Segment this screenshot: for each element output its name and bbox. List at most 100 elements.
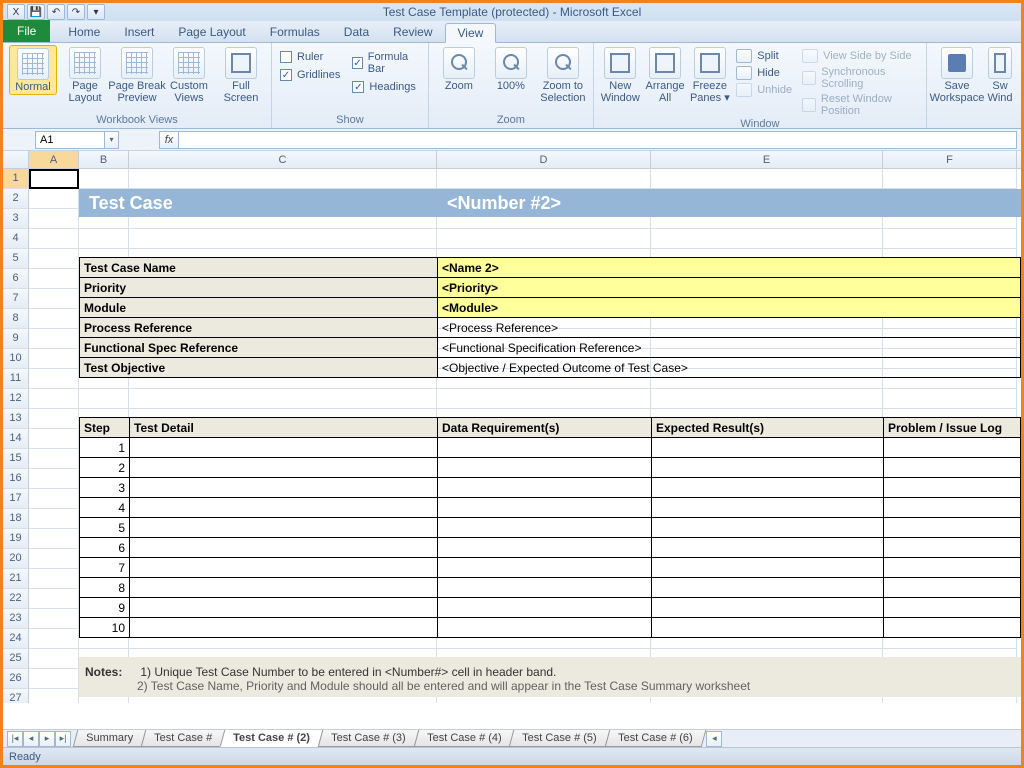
step-cell[interactable] [884,478,1020,497]
tab-nav-next[interactable]: ▸ [39,731,55,747]
step-cell[interactable] [438,578,652,597]
step-cell[interactable] [884,578,1020,597]
cell[interactable] [29,429,79,449]
qat-excel-icon[interactable]: X [7,4,25,20]
cell[interactable] [129,389,437,409]
step-cell[interactable] [652,458,884,477]
cell[interactable] [29,509,79,529]
gridlines-checkbox[interactable]: ✓Gridlines [280,69,340,81]
zoom-100-button[interactable]: 100% [487,45,535,93]
step-cell[interactable] [438,498,652,517]
step-number[interactable]: 8 [80,578,130,597]
qat-redo-button[interactable]: ↷ [67,4,85,20]
cell[interactable] [29,249,79,269]
cell[interactable] [29,449,79,469]
row-header-18[interactable]: 18 [3,509,29,529]
cell[interactable] [651,389,883,409]
cell[interactable] [29,609,79,629]
name-box-dropdown[interactable]: ▾ [105,131,119,149]
qat-undo-button[interactable]: ↶ [47,4,65,20]
step-cell[interactable] [438,518,652,537]
cell[interactable] [79,169,129,189]
step-cell[interactable] [130,458,438,477]
row-header-1[interactable]: 1 [3,169,29,189]
info-value[interactable]: <Objective / Expected Outcome of Test Ca… [438,358,1020,377]
cell[interactable] [29,369,79,389]
row-header-5[interactable]: 5 [3,249,29,269]
row-header-16[interactable]: 16 [3,469,29,489]
hide-button[interactable]: Hide [736,66,792,80]
band-number[interactable]: <Number #2> [447,193,561,214]
cell[interactable] [29,689,79,703]
cell[interactable] [29,589,79,609]
row-header-24[interactable]: 24 [3,629,29,649]
cell[interactable] [79,389,129,409]
info-value[interactable]: <Module> [438,298,1020,317]
step-cell[interactable] [130,618,438,637]
cell[interactable] [437,389,651,409]
step-cell[interactable] [438,618,652,637]
step-cell[interactable] [130,518,438,537]
cell[interactable] [883,389,1017,409]
row-header-19[interactable]: 19 [3,529,29,549]
file-tab[interactable]: File [3,20,50,42]
step-cell[interactable] [652,618,884,637]
step-cell[interactable] [884,438,1020,457]
split-button[interactable]: Split [736,49,792,63]
step-cell[interactable] [884,598,1020,617]
step-cell[interactable] [652,598,884,617]
row-header-26[interactable]: 26 [3,669,29,689]
info-value[interactable]: <Name 2> [438,258,1020,277]
cell[interactable] [29,229,79,249]
cell[interactable] [79,229,129,249]
row-header-3[interactable]: 3 [3,209,29,229]
fx-button[interactable]: fx [159,131,179,149]
cell[interactable] [29,309,79,329]
step-cell[interactable] [130,558,438,577]
sheet-tab[interactable]: Summary [73,730,147,747]
tab-home[interactable]: Home [56,22,112,42]
sheet-tab[interactable]: Test Case # [141,730,226,747]
row-header-13[interactable]: 13 [3,409,29,429]
zoom-to-selection-button[interactable]: Zoom to Selection [539,45,587,104]
step-cell[interactable] [438,478,652,497]
tab-scroll-left[interactable]: ◂ [706,731,722,747]
step-cell[interactable] [884,518,1020,537]
page-break-preview-button[interactable]: Page Break Preview [113,45,161,104]
step-number[interactable]: 9 [80,598,130,617]
sheet-tab[interactable]: Test Case # (4) [413,730,514,747]
step-cell[interactable] [652,498,884,517]
row-header-21[interactable]: 21 [3,569,29,589]
row-header-11[interactable]: 11 [3,369,29,389]
row-header-17[interactable]: 17 [3,489,29,509]
step-cell[interactable] [652,518,884,537]
tab-review[interactable]: Review [381,22,444,42]
tab-insert[interactable]: Insert [112,22,166,42]
cell[interactable] [29,389,79,409]
col-header-B[interactable]: B [79,151,129,168]
sheet-tab[interactable]: Test Case # (2) [220,730,323,747]
step-cell[interactable] [884,458,1020,477]
col-header-C[interactable]: C [129,151,437,168]
step-cell[interactable] [652,558,884,577]
tab-nav-first[interactable]: |◂ [7,731,23,747]
qat-customize-button[interactable]: ▾ [87,4,105,20]
step-cell[interactable] [652,478,884,497]
col-header-E[interactable]: E [651,151,883,168]
col-header-F[interactable]: F [883,151,1017,168]
select-all-corner[interactable] [3,151,29,168]
col-header-D[interactable]: D [437,151,651,168]
step-cell[interactable] [438,598,652,617]
row-header-9[interactable]: 9 [3,329,29,349]
zoom-button[interactable]: Zoom [435,45,483,93]
step-number[interactable]: 1 [80,438,130,457]
row-header-27[interactable]: 27 [3,689,29,703]
active-cell-A1[interactable] [29,169,79,189]
step-cell[interactable] [652,538,884,557]
cell[interactable] [29,669,79,689]
row-header-23[interactable]: 23 [3,609,29,629]
step-cell[interactable] [652,578,884,597]
cell[interactable] [651,229,883,249]
row-header-15[interactable]: 15 [3,449,29,469]
row-header-14[interactable]: 14 [3,429,29,449]
